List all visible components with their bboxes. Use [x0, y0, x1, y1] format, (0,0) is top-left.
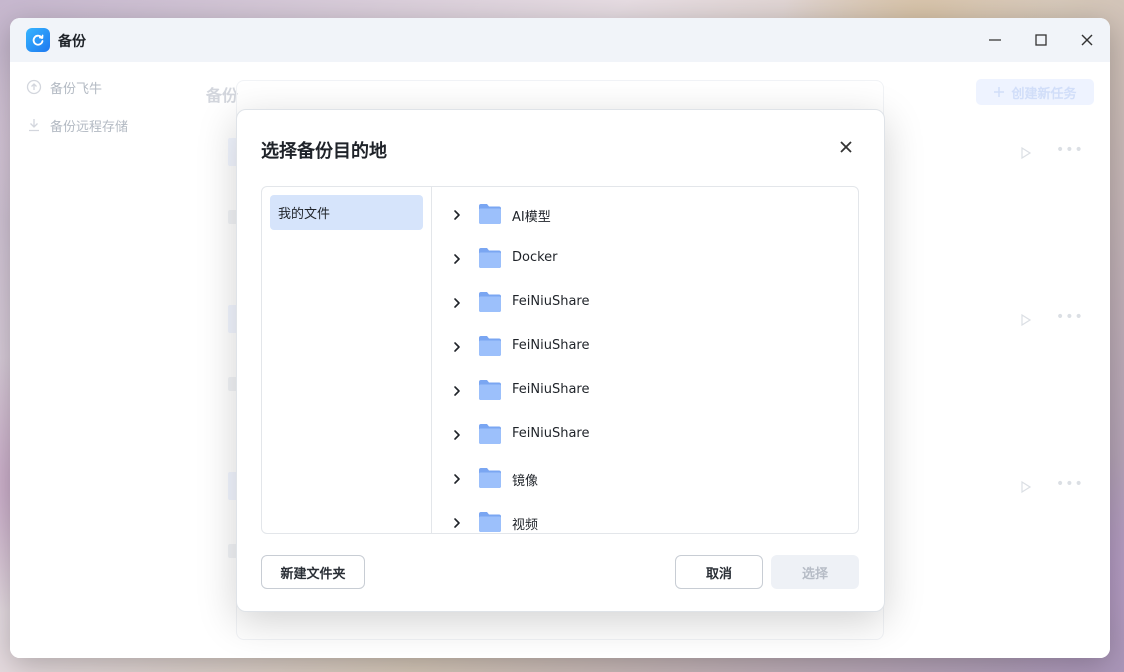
maximize-icon — [1035, 34, 1047, 46]
new-folder-button[interactable]: 新建文件夹 — [261, 555, 365, 589]
location-list: 我的文件 — [262, 187, 432, 533]
folder-name: FeiNiuShare — [512, 294, 590, 309]
folder-row[interactable]: FeiNiuShare — [432, 325, 858, 369]
folder-name: FeiNiuShare — [512, 338, 590, 353]
folder-row[interactable]: Docker — [432, 237, 858, 281]
folder-name: 镜像 — [512, 474, 539, 489]
folder-browser: 我的文件 AI模型 Docker FeiNiuShare FeiNiuShare Fei… — [261, 186, 859, 534]
location-label: 我的文件 — [278, 207, 331, 222]
sync-icon — [32, 34, 44, 46]
folder-row[interactable]: FeiNiuShare — [432, 281, 858, 325]
folder-name: 视频 — [512, 518, 539, 533]
chevron-right-icon[interactable] — [450, 340, 464, 354]
folder-icon — [479, 380, 501, 400]
title-bar: 备份 — [10, 18, 1110, 62]
backup-app-icon — [26, 28, 50, 52]
folder-icon — [479, 292, 501, 312]
folder-icon — [479, 336, 501, 356]
window-close-button[interactable] — [1072, 25, 1102, 55]
chevron-right-icon[interactable] — [450, 208, 464, 222]
folder-row[interactable]: 镜像 — [432, 457, 858, 501]
chevron-right-icon[interactable] — [450, 428, 464, 442]
folder-name: FeiNiuShare — [512, 382, 590, 397]
chevron-right-icon[interactable] — [450, 472, 464, 486]
folder-row[interactable]: AI模型 — [432, 193, 858, 237]
dialog-title: 选择备份目的地 — [261, 141, 387, 162]
minimize-icon — [989, 39, 1001, 41]
select-button[interactable]: 选择 — [771, 555, 859, 589]
chevron-right-icon[interactable] — [450, 516, 464, 530]
select-destination-dialog: 选择备份目的地 我的文件 AI模型 Docker FeiNiuShare FeiNiu… — [236, 109, 885, 612]
folder-name: FeiNiuShare — [512, 426, 590, 441]
folder-row[interactable]: FeiNiuShare — [432, 413, 858, 457]
folder-list[interactable]: AI模型 Docker FeiNiuShare FeiNiuShare FeiNiuSh… — [432, 187, 858, 533]
chevron-right-icon[interactable] — [450, 252, 464, 266]
folder-icon — [479, 424, 501, 444]
folder-icon — [479, 204, 501, 224]
folder-row[interactable]: 视频 — [432, 501, 858, 533]
dialog-close-button[interactable] — [835, 136, 857, 158]
maximize-button[interactable] — [1026, 25, 1056, 55]
close-icon — [1081, 34, 1093, 46]
location-my-files[interactable]: 我的文件 — [270, 195, 423, 230]
minimize-button[interactable] — [980, 25, 1010, 55]
cancel-button[interactable]: 取消 — [675, 555, 763, 589]
folder-icon — [479, 468, 501, 488]
folder-name: Docker — [512, 250, 558, 265]
close-icon — [840, 141, 852, 153]
folder-icon — [479, 248, 501, 268]
chevron-right-icon[interactable] — [450, 296, 464, 310]
app-title: 备份 — [58, 34, 86, 50]
folder-name: AI模型 — [512, 210, 551, 225]
chevron-right-icon[interactable] — [450, 384, 464, 398]
folder-icon — [479, 512, 501, 532]
folder-row[interactable]: FeiNiuShare — [432, 369, 858, 413]
